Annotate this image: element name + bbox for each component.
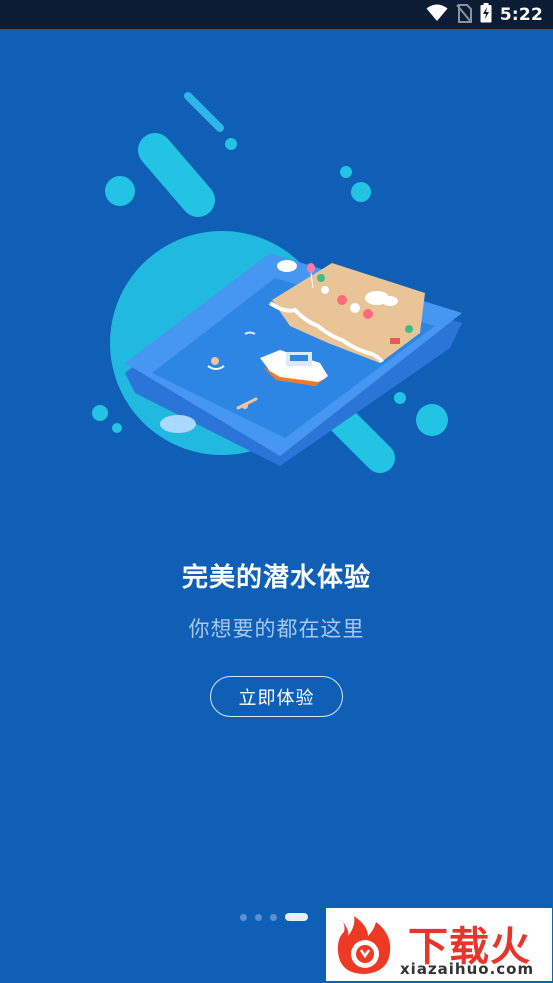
no-sim-icon — [456, 3, 472, 27]
page-dot-2[interactable] — [255, 913, 262, 921]
try-now-button[interactable]: 立即体验 — [210, 676, 343, 717]
diving-illustration — [80, 88, 480, 488]
onboarding-subtitle: 你想要的都在这里 — [188, 617, 365, 641]
page-dot-4-active[interactable] — [285, 913, 308, 921]
watermark-url: xiazaihuo.com — [400, 960, 535, 978]
page-dot-1[interactable] — [240, 913, 247, 921]
status-icons: 5:22 — [426, 3, 543, 27]
onboarding-title: 完美的潜水体验 — [181, 563, 371, 593]
page-dot-3[interactable] — [270, 913, 277, 921]
watermark: 下载火 xiazaihuo.com — [326, 908, 552, 981]
wifi-icon — [426, 4, 448, 26]
status-time: 5:22 — [499, 5, 543, 25]
flame-logo-icon — [337, 916, 391, 974]
battery-charging-icon — [480, 3, 492, 27]
page-indicator — [240, 912, 308, 922]
status-bar: 5:22 — [0, 0, 553, 29]
